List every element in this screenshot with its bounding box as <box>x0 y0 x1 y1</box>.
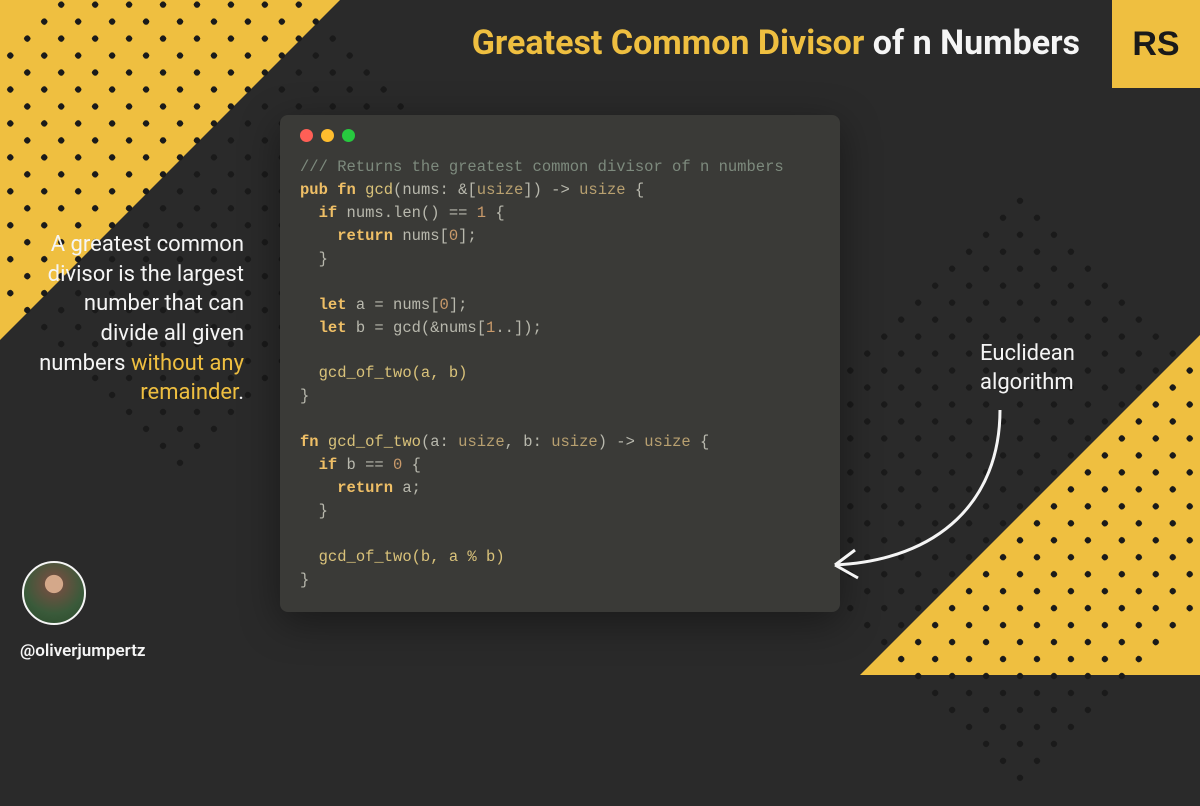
title-rest: of n Numbers <box>864 23 1080 63</box>
page-title: Greatest Common Divisor of n Numbers <box>440 22 1080 65</box>
desc-tail: . <box>238 380 244 405</box>
description-text: A greatest common divisor is the largest… <box>26 230 244 408</box>
language-badge: RS <box>1112 0 1200 88</box>
code-window: /// Returns the greatest common divisor … <box>280 115 840 612</box>
close-icon <box>300 129 313 142</box>
annotation-label: Euclidean algorithm <box>980 340 1140 397</box>
code-block: /// Returns the greatest common divisor … <box>300 156 820 592</box>
author-handle: @oliverjumpertz <box>20 641 146 661</box>
minimize-icon <box>321 129 334 142</box>
zoom-icon <box>342 129 355 142</box>
window-traffic-lights <box>300 129 820 142</box>
author-avatar <box>22 561 86 625</box>
desc-accent: without any remainder <box>131 351 244 406</box>
title-accent: Greatest Common Divisor <box>472 23 865 63</box>
